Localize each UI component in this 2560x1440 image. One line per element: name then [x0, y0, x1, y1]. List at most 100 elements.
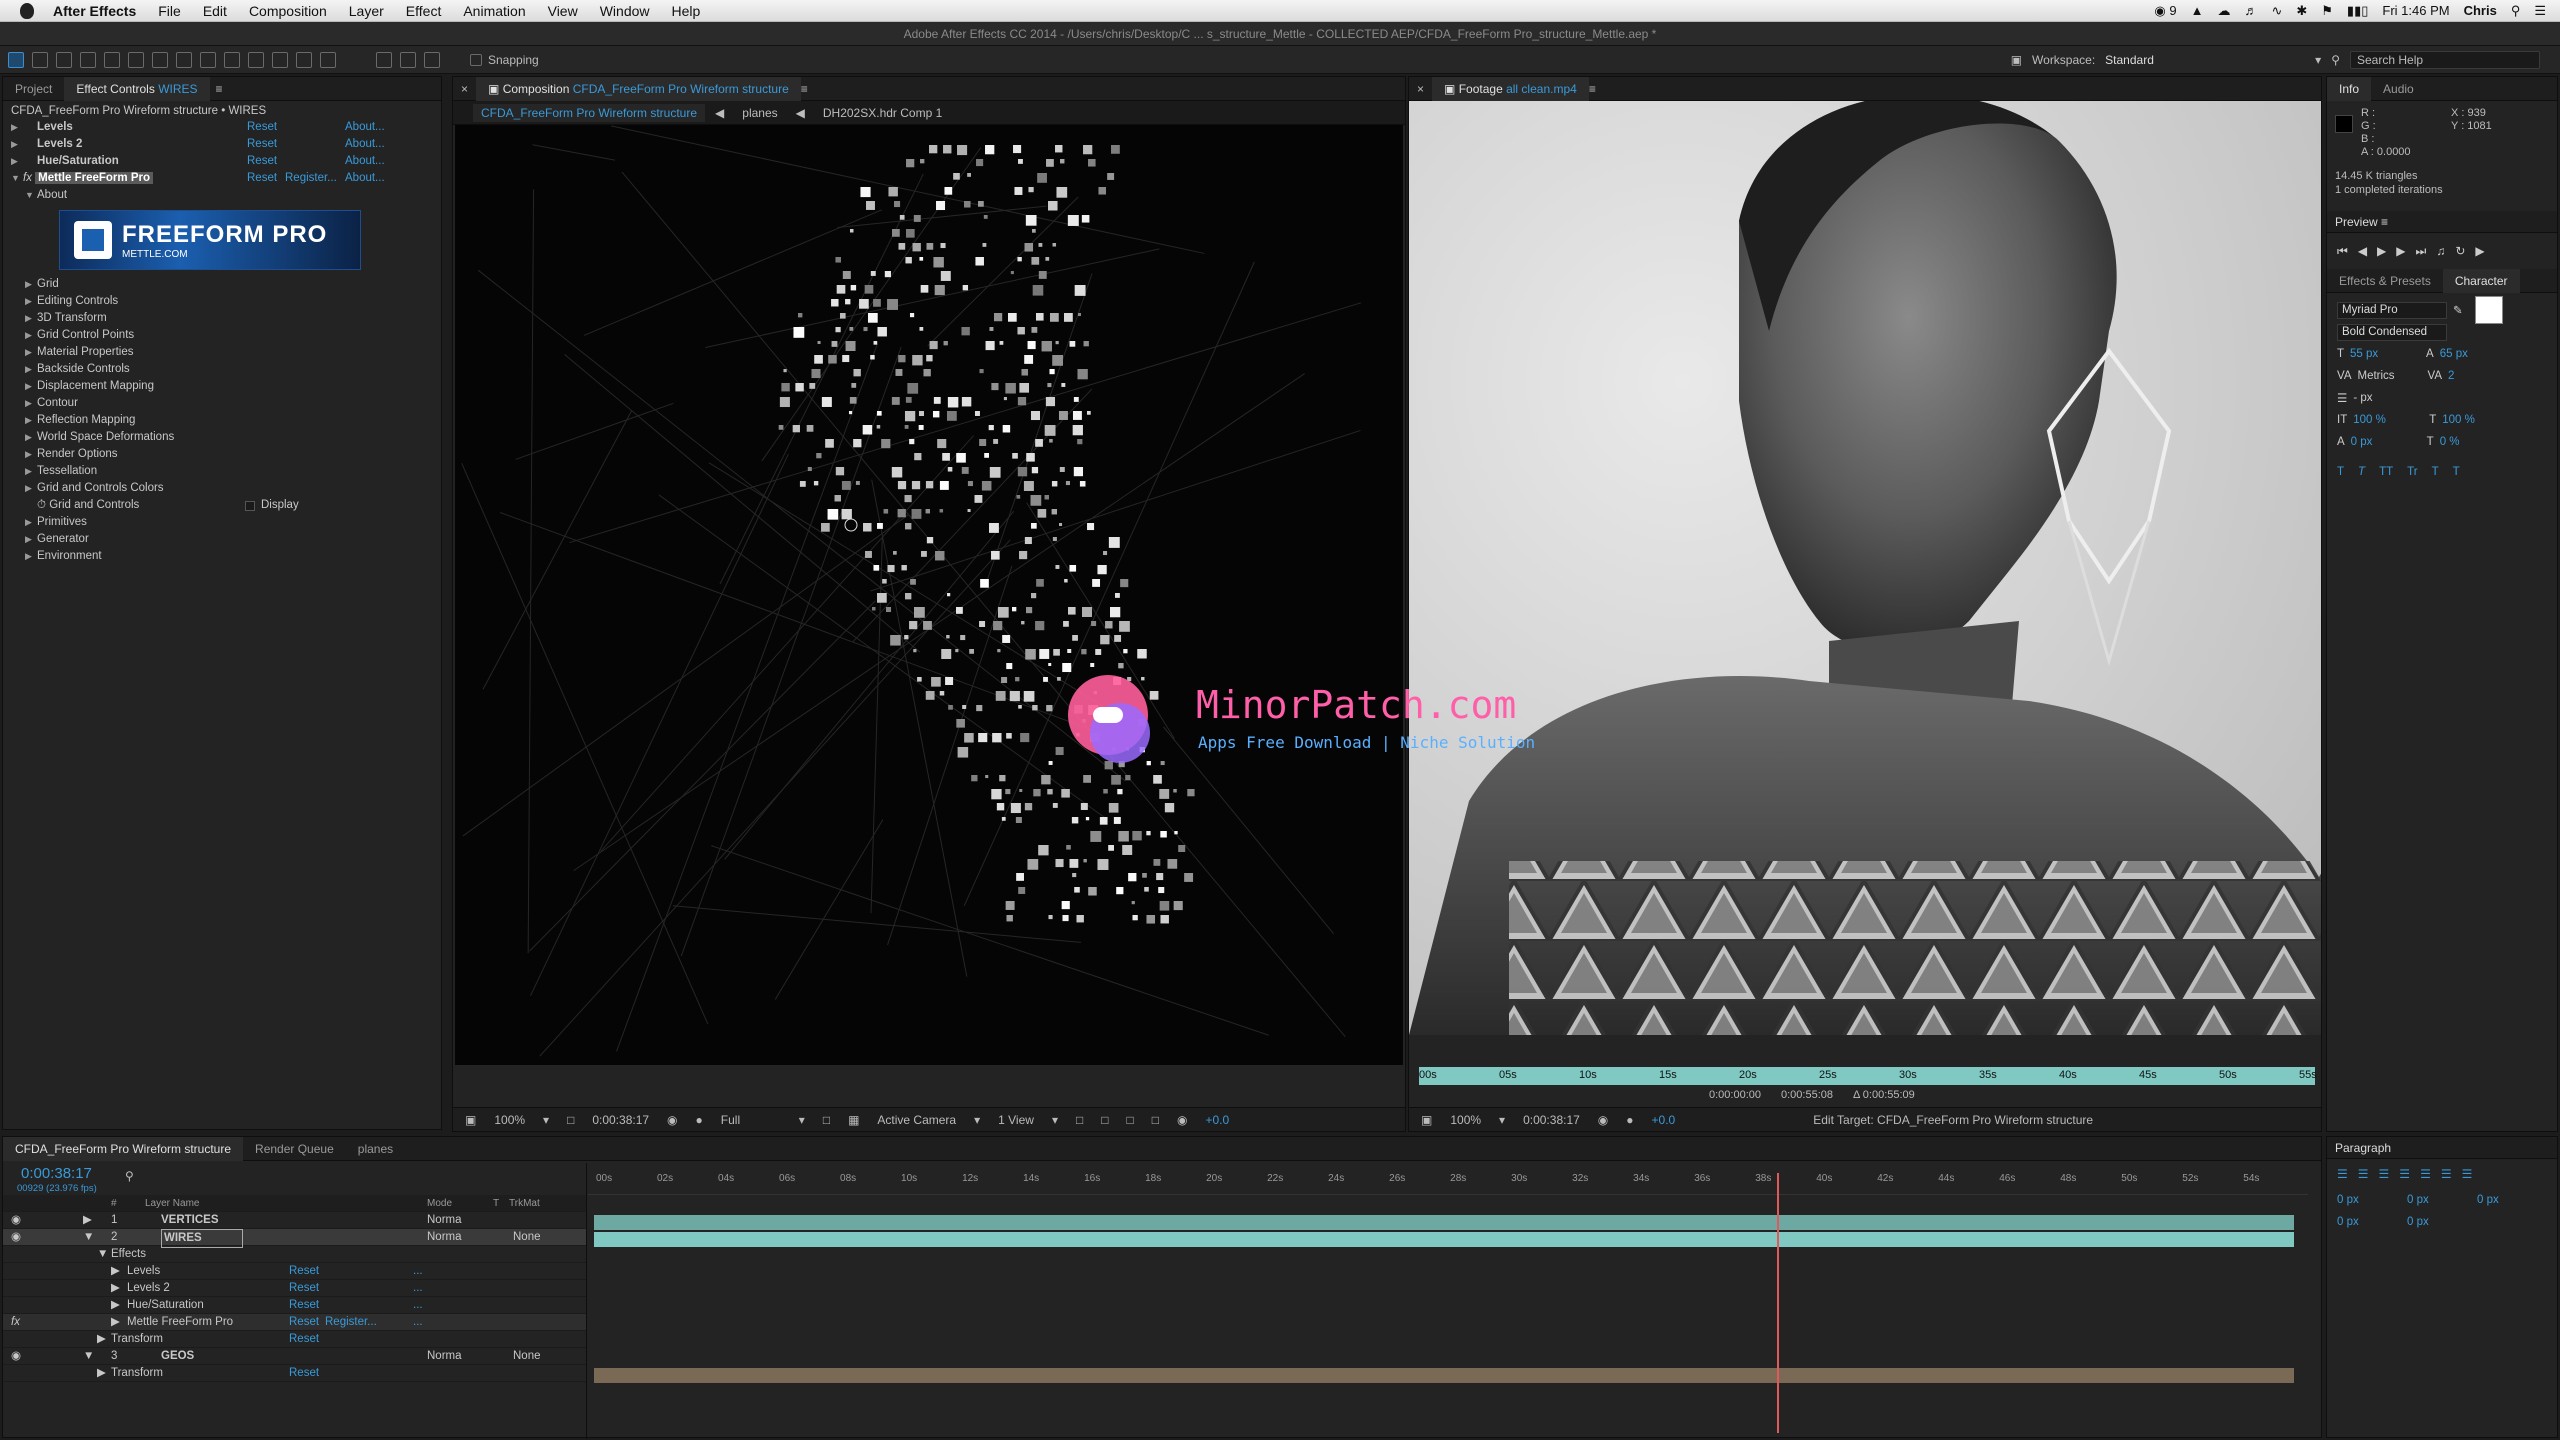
chevron-down-icon[interactable]: ▾ [974, 1113, 980, 1127]
register-link[interactable]: Register... [285, 170, 337, 187]
blend-mode-select[interactable]: Norma [427, 1212, 462, 1229]
chevron-down-icon[interactable]: ▾ [799, 1113, 805, 1127]
wifi-icon[interactable]: ∿ [2271, 3, 2282, 19]
region-of-interest-icon[interactable]: □ [823, 1113, 830, 1127]
font-family-select[interactable]: Myriad Pro [2337, 301, 2447, 319]
workspace-select[interactable]: Standard [2105, 53, 2305, 67]
volume-icon[interactable]: ♬ [2244, 3, 2257, 18]
kerning-value[interactable]: Metrics [2358, 370, 2422, 382]
register-link[interactable]: Register... [325, 1314, 377, 1331]
expand-triangle-icon[interactable]: ▶ [83, 1212, 92, 1229]
in-point[interactable]: 0:00:00:00 [1709, 1089, 1761, 1101]
align-center-icon[interactable]: ☰ [2358, 1167, 2369, 1181]
reset-link[interactable]: Reset [247, 153, 277, 170]
indent-left-value[interactable]: 0 px [2337, 1194, 2401, 1206]
about-link[interactable]: About... [345, 136, 385, 153]
menu-view[interactable]: View [537, 3, 589, 19]
expand-triangle-icon[interactable]: ▶ [25, 463, 37, 480]
faux-bold-button[interactable]: T [2337, 466, 2344, 478]
param-group-environment[interactable]: ▶ Environment [11, 548, 441, 565]
layer-row-wires[interactable]: ◉ ▼ 2 WIRES Norma None [3, 1229, 586, 1248]
param-group-backside-controls[interactable]: ▶ Backside Controls [11, 361, 441, 378]
all-caps-button[interactable]: TT [2379, 466, 2393, 478]
transparency-grid-icon[interactable]: ▦ [848, 1113, 859, 1127]
justify-center-icon[interactable]: ☰ [2420, 1167, 2431, 1181]
app-menu[interactable]: After Effects [42, 3, 147, 19]
tab-character[interactable]: Character [2442, 268, 2520, 293]
expand-triangle-icon[interactable]: ▶ [25, 293, 37, 310]
leading-value[interactable]: 65 px [2440, 348, 2468, 360]
justify-left-icon[interactable]: ☰ [2399, 1167, 2410, 1181]
chevron-down-icon[interactable]: ▾ [1499, 1113, 1505, 1127]
panel-menu-icon[interactable]: ≡ [1589, 82, 1596, 96]
expand-triangle-icon[interactable]: ▶ [111, 1280, 120, 1297]
play-icon[interactable]: ▶ [2377, 244, 2386, 258]
expand-triangle-icon[interactable]: ▶ [25, 429, 37, 446]
loop-icon[interactable]: ↻ [2455, 244, 2465, 258]
expand-triangle-icon[interactable]: ▶ [25, 514, 37, 531]
ram-preview-icon[interactable]: ▶ [2475, 244, 2484, 258]
flag-icon[interactable]: ⚑ [2321, 3, 2333, 19]
expand-triangle-icon[interactable]: ▶ [97, 1365, 106, 1382]
param-group-generator[interactable]: ▶ Generator [11, 531, 441, 548]
geos-transform-row[interactable]: ▶ Transform Reset [3, 1365, 586, 1382]
clone-stamp-tool-icon[interactable] [248, 51, 264, 68]
expand-triangle-icon[interactable]: ▶ [111, 1297, 120, 1314]
tab-render-queue[interactable]: Render Queue [243, 1137, 346, 1161]
color-channel-icon[interactable]: ● [1626, 1113, 1633, 1127]
crumb-comp[interactable]: CFDA_FreeForm Pro Wireform structure [473, 103, 706, 122]
dropbox-icon[interactable]: ▲ [2191, 3, 2204, 18]
fx-icon[interactable]: fx [11, 1314, 20, 1331]
more-dots[interactable]: ... [413, 1263, 423, 1280]
close-icon[interactable]: × [453, 82, 476, 96]
composition-viewer[interactable] [455, 125, 1403, 1065]
expand-triangle-icon[interactable]: ▶ [25, 327, 37, 344]
layer-row-vertices[interactable]: ◉ ▶ 1 VERTICES Norma [3, 1212, 586, 1229]
menu-edit[interactable]: Edit [192, 3, 238, 19]
expand-triangle-icon[interactable]: ▶ [111, 1314, 120, 1331]
puppet-tool-icon[interactable] [320, 51, 336, 68]
layer-bar-wires[interactable] [594, 1232, 2294, 1247]
bluetooth-icon[interactable]: ✱ [2296, 3, 2307, 19]
footage-time-ruler[interactable]: 00s 05s 10s 15s 20s 25s 30s 35s 40s 45s 50s 55s [1419, 1067, 2317, 1085]
small-caps-button[interactable]: Tr [2407, 466, 2417, 478]
previous-frame-icon[interactable]: ◀ [2358, 244, 2367, 258]
param-group-3d-transform[interactable]: ▶ 3D Transform [11, 310, 441, 327]
about-link[interactable]: About... [345, 119, 385, 136]
param-group-grid[interactable]: ▶ Grid [11, 276, 441, 293]
timeline-effect-row[interactable]: ▶ Levels 2 Reset... [3, 1280, 586, 1297]
param-group-editing-controls[interactable]: ▶ Editing Controls [11, 293, 441, 310]
eyedropper-icon[interactable]: ✎ [2453, 303, 2463, 317]
layer-bar-vertices[interactable] [594, 1215, 2294, 1230]
reset-link[interactable]: Reset [289, 1314, 319, 1331]
chevron-down-icon[interactable]: ▾ [543, 1113, 549, 1127]
display-checkbox[interactable] [245, 501, 255, 511]
align-left-icon[interactable]: ☰ [2337, 1167, 2348, 1181]
menu-animation[interactable]: Animation [452, 3, 536, 19]
zoom-select[interactable]: 100% [1450, 1113, 1481, 1127]
vertical-scale-value[interactable]: 100 % [2353, 414, 2423, 426]
camera-tool-icon[interactable] [104, 51, 120, 68]
space-before-value[interactable]: 0 px [2337, 1216, 2401, 1228]
blend-mode-select[interactable]: Norma [427, 1348, 462, 1365]
brush-tool-icon[interactable] [224, 51, 240, 68]
anchor-point-icon[interactable] [844, 518, 858, 532]
tab-effect-controls[interactable]: Effect Controls WIRES [64, 76, 210, 101]
menu-file[interactable]: File [147, 3, 192, 19]
world-axis-icon[interactable] [400, 51, 416, 68]
rotation-tool-icon[interactable] [80, 51, 96, 68]
snapping-checkbox[interactable] [470, 53, 482, 66]
fill-color-swatch[interactable] [2474, 296, 2503, 324]
effect-row-levels[interactable]: ▶ Levels Reset About... [11, 119, 441, 136]
reset-link[interactable]: Reset [289, 1263, 319, 1280]
baseline-shift-value[interactable]: 0 px [2351, 436, 2421, 448]
visibility-eye-icon[interactable]: ◉ [11, 1229, 21, 1246]
expand-triangle-icon[interactable]: ▶ [25, 344, 37, 361]
param-group-material-properties[interactable]: ▶ Material Properties [11, 344, 441, 361]
expand-triangle-icon[interactable]: ▶ [25, 361, 37, 378]
indent-first-value[interactable]: 0 px [2477, 1194, 2499, 1206]
exposure-value[interactable]: +0.0 [1652, 1113, 1676, 1127]
align-right-icon[interactable]: ☰ [2379, 1167, 2390, 1181]
timeline-effect-row[interactable]: ▶ Levels Reset... [3, 1263, 586, 1280]
resolution-select[interactable]: Full [721, 1113, 781, 1127]
